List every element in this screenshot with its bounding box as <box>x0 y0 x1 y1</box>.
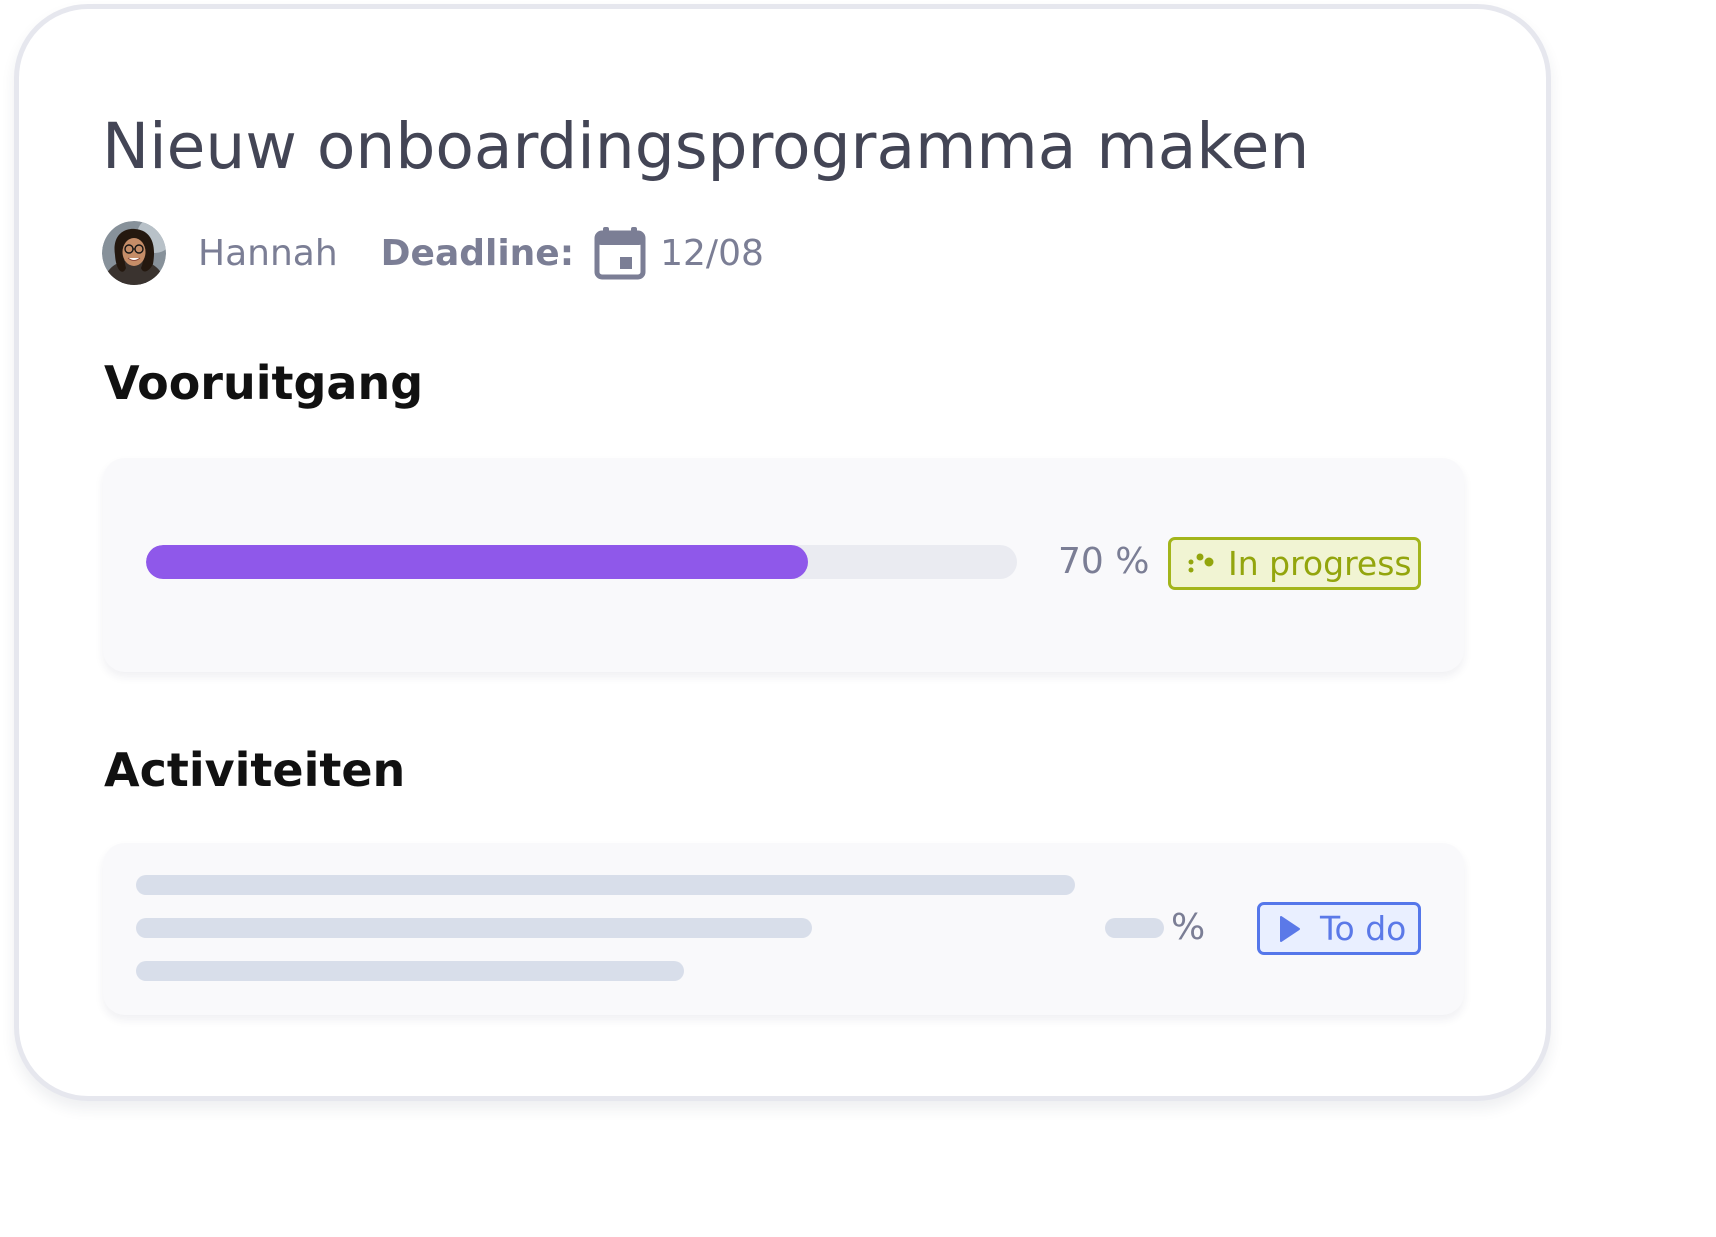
activity-placeholder-line <box>136 918 812 938</box>
progress-dots-icon <box>1188 553 1214 572</box>
status-badge-label: To do <box>1320 909 1407 948</box>
progress-percent: 70 % <box>1058 541 1150 582</box>
progress-heading: Vooruitgang <box>104 356 424 410</box>
owner-name: Hannah <box>198 232 338 274</box>
activity-percent-placeholder <box>1105 918 1164 938</box>
status-badge-in-progress[interactable]: In progress <box>1168 537 1421 590</box>
deadline-date: 12/08 <box>660 232 764 274</box>
activity-percent-symbol: % <box>1171 907 1206 948</box>
progress-bar <box>146 545 1017 579</box>
calendar-icon <box>594 227 646 280</box>
play-icon <box>1280 915 1300 942</box>
task-meta: Hannah Deadline: 12/08 <box>102 220 764 286</box>
deadline-label: Deadline: <box>380 232 575 274</box>
progress-bar-fill <box>146 545 808 579</box>
activity-placeholder-line <box>136 875 1075 895</box>
status-badge-to-do[interactable]: To do <box>1257 902 1421 955</box>
activities-heading: Activiteiten <box>104 743 406 797</box>
status-badge-label: In progress <box>1228 544 1412 583</box>
avatar <box>102 221 166 285</box>
activity-placeholder-line <box>136 961 684 981</box>
task-title: Nieuw onboardingsprogramma maken <box>102 110 1310 183</box>
